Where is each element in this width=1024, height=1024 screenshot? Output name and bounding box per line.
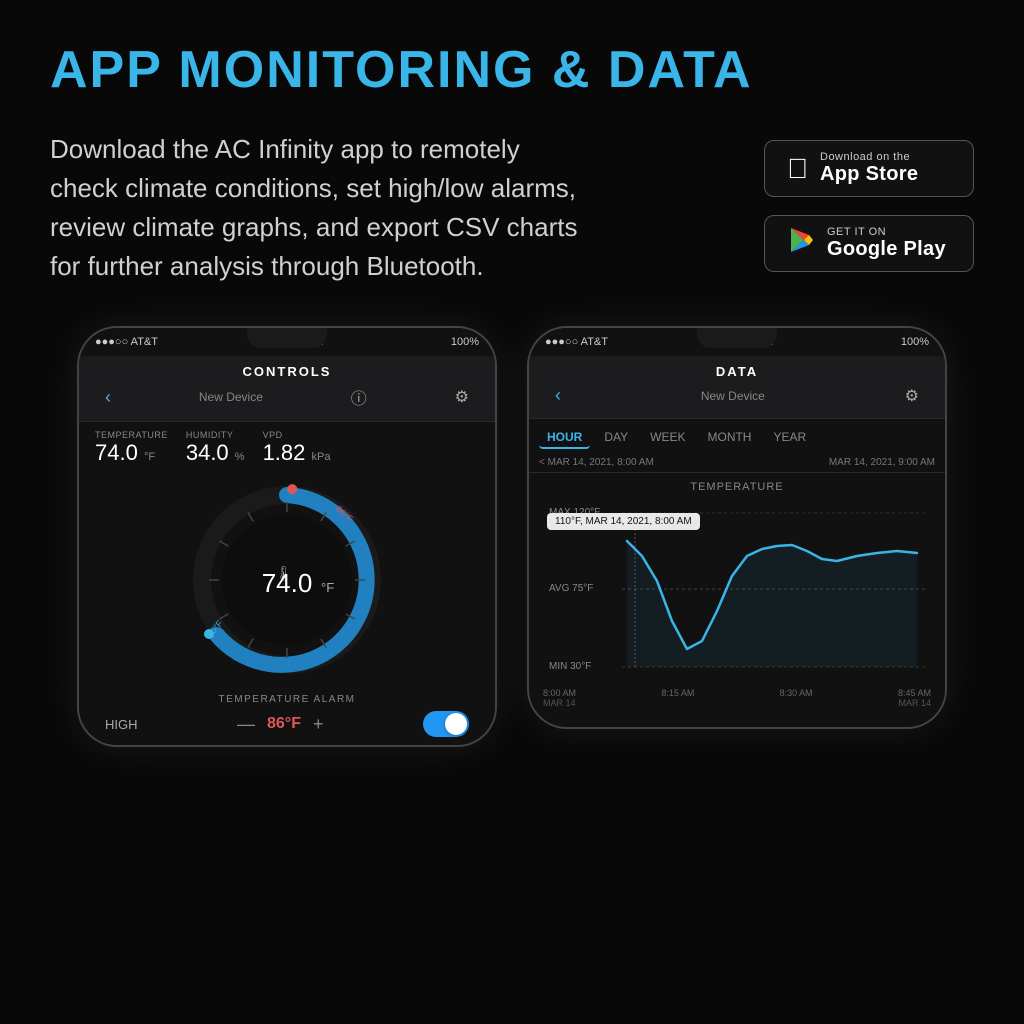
description-text: Download the AC Infinity app to remotely…: [50, 130, 590, 286]
back-icon-data[interactable]: ‹: [555, 385, 561, 406]
battery-data: 100%: [901, 336, 929, 348]
gear-icon-data[interactable]: ⚙: [905, 386, 919, 406]
apple-icon: : [787, 153, 808, 185]
alarm-plus-button[interactable]: +: [313, 714, 324, 735]
humidity-value: 34.0 %: [186, 440, 245, 466]
data-header: DATA ‹ New Device ⚙: [529, 356, 945, 419]
app-store-small-text: Download on the: [820, 151, 918, 163]
x-label-4: 8:45 AM: [898, 688, 931, 698]
gauge-container: 🌡 74.0 °F 86°F 40°F: [79, 470, 495, 686]
carrier-data: ●●●○○ AT&T: [545, 336, 608, 348]
controls-nav: ‹ New Device ⓘ ⚙: [91, 379, 483, 415]
vpd-label: VPD: [263, 430, 331, 440]
temp-value: 74.0 °F: [95, 440, 168, 466]
chart-x-dates: MAR 14 MAR 14: [539, 698, 935, 708]
chart-title: TEMPERATURE: [529, 473, 945, 497]
app-store-text: Download on the App Store: [820, 151, 918, 186]
controls-phone: ●●●○○ AT&T 4:48PM 100% CONTROLS ‹ New De…: [77, 326, 497, 747]
controls-screen: CONTROLS ‹ New Device ⓘ ⚙ TEMPERATURE 74…: [79, 356, 495, 745]
page-wrapper: APP MONITORING & DATA Download the AC In…: [0, 0, 1024, 1024]
vpd-sensor: VPD 1.82 kPa: [263, 430, 331, 466]
date-range-right: MAR 14, 2021, 9:00 AM: [829, 457, 935, 468]
top-section: Download the AC Infinity app to remotely…: [50, 130, 974, 286]
controls-device-name: New Device: [199, 390, 263, 404]
svg-text:°F: °F: [321, 580, 334, 595]
data-device-name: New Device: [701, 389, 765, 403]
notch-bump-controls: [247, 328, 327, 348]
app-store-button[interactable]:  Download on the App Store: [764, 140, 974, 197]
controls-screen-title: CONTROLS: [91, 364, 483, 379]
x-label-2: 8:15 AM: [661, 688, 694, 698]
controls-header: CONTROLS ‹ New Device ⓘ ⚙: [79, 356, 495, 422]
alarm-section: TEMPERATURE ALARM HIGH — 86°F +: [79, 686, 495, 745]
phone-notch-controls: ●●●○○ AT&T 4:48PM 100%: [79, 328, 495, 356]
gauge-svg: 🌡 74.0 °F 86°F 40°F: [187, 480, 387, 680]
data-screen-title: DATA: [541, 364, 933, 379]
info-icon-controls[interactable]: ⓘ: [351, 385, 367, 409]
google-play-text: GET IT ON Google Play: [827, 226, 946, 261]
alarm-label: TEMPERATURE ALARM: [95, 694, 479, 705]
gear-icon-controls[interactable]: ⚙: [455, 387, 469, 407]
vpd-value: 1.82 kPa: [263, 440, 331, 466]
date-range-row: < MAR 14, 2021, 8:00 AM MAR 14, 2021, 9:…: [529, 453, 945, 473]
x-label-3: 8:30 AM: [780, 688, 813, 698]
alarm-toggle[interactable]: [423, 711, 469, 737]
alarm-controls: — 86°F +: [237, 714, 323, 735]
sensor-row: TEMPERATURE 74.0 °F HUMIDITY 34.0 % VPD …: [79, 422, 495, 470]
google-play-button[interactable]: GET IT ON Google Play: [764, 215, 974, 272]
data-nav: ‹ New Device ⚙: [541, 379, 933, 412]
alarm-type: HIGH: [105, 717, 138, 732]
alarm-minus-button[interactable]: —: [237, 714, 255, 735]
back-icon-controls[interactable]: ‹: [105, 387, 111, 408]
tab-month[interactable]: MONTH: [699, 427, 759, 449]
store-buttons:  Download on the App Store GE: [764, 140, 974, 272]
carrier-controls: ●●●○○ AT&T: [95, 336, 158, 348]
google-play-large-text: Google Play: [827, 238, 946, 261]
google-play-small-text: GET IT ON: [827, 226, 946, 238]
page-title: APP MONITORING & DATA: [50, 40, 974, 100]
chart-area: 110°F, MAR 14, 2021, 8:00 AM MAX 120°F A…: [529, 497, 945, 727]
svg-text:MIN 30°F: MIN 30°F: [549, 661, 591, 672]
data-screen: DATA ‹ New Device ⚙ HOUR DAY WEEK MONTH …: [529, 356, 945, 727]
x-label-1: 8:00 AM: [543, 688, 576, 698]
humidity-sensor: HUMIDITY 34.0 %: [186, 430, 245, 466]
svg-text:74.0: 74.0: [262, 568, 313, 598]
x-date-1: MAR 14: [543, 698, 576, 708]
battery-controls: 100%: [451, 336, 479, 348]
humidity-label: HUMIDITY: [186, 430, 245, 440]
tab-week[interactable]: WEEK: [642, 427, 693, 449]
google-play-icon: [787, 226, 815, 261]
chart-x-labels: 8:00 AM 8:15 AM 8:30 AM 8:45 AM: [539, 686, 935, 698]
notch-bump-data: [697, 328, 777, 348]
temp-sensor: TEMPERATURE 74.0 °F: [95, 430, 168, 466]
phone-notch-data: ●●●○○ AT&T 4:48PM 100%: [529, 328, 945, 356]
date-range-left: < MAR 14, 2021, 8:00 AM: [539, 457, 654, 468]
data-phone: ●●●○○ AT&T 4:48PM 100% DATA ‹ New Device…: [527, 326, 947, 729]
data-tabs: HOUR DAY WEEK MONTH YEAR: [529, 419, 945, 453]
chart-tooltip: 110°F, MAR 14, 2021, 8:00 AM: [547, 513, 700, 530]
tab-hour[interactable]: HOUR: [539, 427, 590, 449]
temp-label: TEMPERATURE: [95, 430, 168, 440]
phones-section: ●●●○○ AT&T 4:48PM 100% CONTROLS ‹ New De…: [50, 326, 974, 747]
tab-year[interactable]: YEAR: [765, 427, 814, 449]
x-date-4: MAR 14: [898, 698, 931, 708]
svg-text:AVG 75°F: AVG 75°F: [549, 583, 593, 594]
app-store-large-text: App Store: [820, 163, 918, 186]
alarm-value: 86°F: [267, 715, 301, 733]
alarm-row: HIGH — 86°F +: [95, 711, 479, 737]
tab-day[interactable]: DAY: [596, 427, 636, 449]
